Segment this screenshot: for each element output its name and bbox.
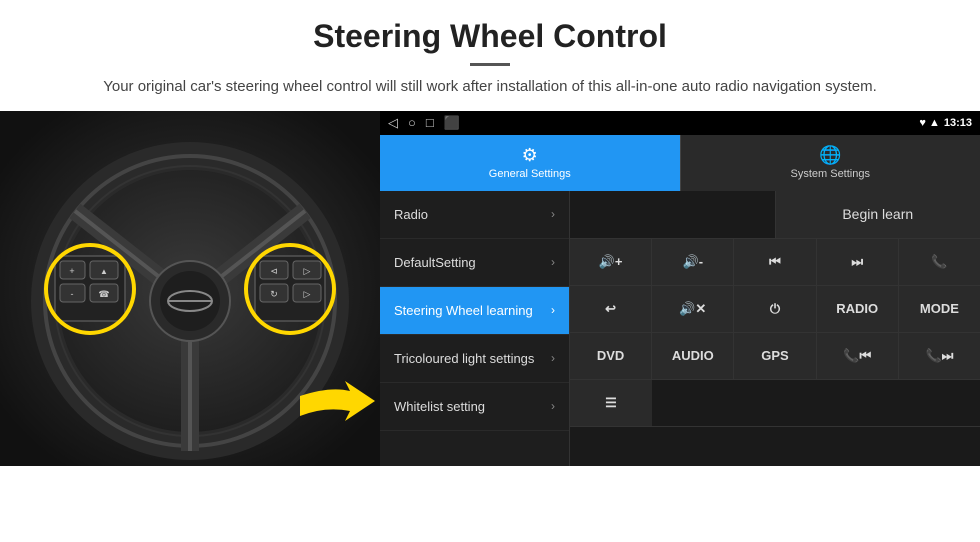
signal-icon: ♥ ▲	[919, 117, 939, 129]
chevron-icon: ›	[551, 303, 555, 317]
call-button[interactable]: 📞	[899, 239, 980, 285]
gps-button[interactable]: GPS	[734, 333, 816, 379]
menu-steering-label: Steering Wheel learning	[394, 303, 533, 318]
vol-down-icon: 🔊-	[683, 254, 704, 270]
vol-up-button[interactable]: 🔊+	[570, 239, 652, 285]
menu-nav-icon[interactable]: ⬛	[444, 115, 460, 131]
empty-cell	[570, 191, 776, 238]
buttons-grid: 🔊+ 🔊- ⏮ ⏭ 📞	[570, 239, 980, 427]
svg-text:↻: ↻	[270, 289, 278, 299]
settings-area: Radio › DefaultSetting › Steering Wheel …	[380, 191, 980, 466]
svg-text:-: -	[71, 289, 74, 299]
gps-label: GPS	[761, 348, 788, 363]
controls-grid: Begin learn 🔊+ 🔊- ⏮	[570, 191, 980, 466]
title-divider	[470, 63, 510, 66]
header-section: Steering Wheel Control Your original car…	[0, 0, 980, 111]
svg-text:☎: ☎	[98, 289, 109, 299]
svg-text:+: +	[69, 266, 74, 276]
audio-button[interactable]: AUDIO	[652, 333, 734, 379]
menu-default-label: DefaultSetting	[394, 255, 476, 270]
chevron-icon: ›	[551, 255, 555, 269]
content-area: + - ▲ ☎ ⊲ ▷ ↻ ▷	[0, 111, 980, 466]
recents-nav-icon[interactable]: □	[426, 115, 434, 130]
menu-item-default-setting[interactable]: DefaultSetting ›	[380, 239, 569, 287]
menu-item-tricoloured[interactable]: Tricoloured light settings ›	[380, 335, 569, 383]
begin-learn-button[interactable]: Begin learn	[776, 191, 980, 238]
page-subtitle: Your original car's steering wheel contr…	[60, 76, 920, 99]
menu-item-steering-wheel[interactable]: Steering Wheel learning ›	[380, 287, 569, 335]
status-indicators: ♥ ▲ 13:13	[919, 117, 972, 129]
call-next-icon: 📞⏭	[925, 348, 953, 364]
status-bar: ◁ ○ □ ⬛ ♥ ▲ 13:13	[380, 111, 980, 135]
tab-system-settings[interactable]: 🌐 System Settings	[680, 135, 980, 191]
hang-up-button[interactable]: ↩	[570, 286, 652, 332]
call-next-button[interactable]: 📞⏭	[899, 333, 980, 379]
btn-row-3: DVD AUDIO GPS 📞⏮ 📞⏭	[570, 333, 980, 380]
call-prev-icon: 📞⏮	[843, 348, 871, 364]
prev-icon: ⏮	[769, 254, 781, 270]
general-settings-icon: ⚙	[522, 145, 538, 166]
settings-menu: Radio › DefaultSetting › Steering Wheel …	[380, 191, 570, 466]
dvd-label: DVD	[597, 348, 624, 363]
call-icon: 📞	[931, 254, 947, 270]
dvd-button[interactable]: DVD	[570, 333, 652, 379]
menu-icon: ☰	[605, 395, 617, 411]
hang-up-icon: ↩	[605, 301, 616, 317]
btn-row-1: 🔊+ 🔊- ⏮ ⏭ 📞	[570, 239, 980, 286]
tab-general-settings[interactable]: ⚙ General Settings	[380, 135, 680, 191]
mode-button[interactable]: MODE	[899, 286, 980, 332]
mute-button[interactable]: 🔊✕	[652, 286, 734, 332]
steering-wheel-image: + - ▲ ☎ ⊲ ▷ ↻ ▷	[0, 111, 380, 466]
menu-tri-label: Tricoloured light settings	[394, 351, 534, 366]
back-nav-icon[interactable]: ◁	[388, 115, 398, 131]
menu-whitelist-label: Whitelist setting	[394, 399, 485, 414]
audio-label: AUDIO	[672, 348, 714, 363]
radio-button[interactable]: RADIO	[817, 286, 899, 332]
nav-icons: ◁ ○ □ ⬛	[388, 115, 460, 131]
mute-icon: 🔊✕	[679, 301, 706, 317]
next-icon: ⏭	[851, 254, 863, 270]
svg-text:⊲: ⊲	[270, 266, 278, 276]
power-button[interactable]: ⏻	[734, 286, 816, 332]
menu-item-whitelist[interactable]: Whitelist setting ›	[380, 383, 569, 431]
mode-label: MODE	[920, 301, 959, 316]
system-settings-icon: 🌐	[819, 145, 841, 166]
page-title: Steering Wheel Control	[60, 18, 920, 55]
android-ui-panel: ◁ ○ □ ⬛ ♥ ▲ 13:13 ⚙ General Settings 🌐 S…	[380, 111, 980, 466]
vol-down-button[interactable]: 🔊-	[652, 239, 734, 285]
btn-row-4: ☰	[570, 380, 980, 427]
power-icon: ⏻	[770, 301, 780, 317]
chevron-icon: ›	[551, 399, 555, 413]
begin-learn-row: Begin learn	[570, 191, 980, 239]
btn-row-2: ↩ 🔊✕ ⏻ RADIO MODE	[570, 286, 980, 333]
chevron-icon: ›	[551, 351, 555, 365]
svg-text:▷: ▷	[304, 289, 311, 299]
prev-button[interactable]: ⏮	[734, 239, 816, 285]
tab-bar: ⚙ General Settings 🌐 System Settings	[380, 135, 980, 191]
menu-radio-label: Radio	[394, 207, 428, 222]
vol-up-icon: 🔊+	[599, 254, 623, 270]
svg-text:▷: ▷	[304, 266, 311, 276]
menu-button[interactable]: ☰	[570, 380, 652, 426]
call-prev-button[interactable]: 📞⏮	[817, 333, 899, 379]
tab-system-label: System Settings	[791, 168, 870, 180]
radio-label: RADIO	[836, 301, 878, 316]
menu-item-radio[interactable]: Radio ›	[380, 191, 569, 239]
next-button[interactable]: ⏭	[817, 239, 899, 285]
svg-text:▲: ▲	[100, 267, 108, 276]
chevron-icon: ›	[551, 207, 555, 221]
home-nav-icon[interactable]: ○	[408, 115, 416, 130]
clock: 13:13	[944, 117, 972, 129]
tab-general-label: General Settings	[489, 168, 571, 180]
